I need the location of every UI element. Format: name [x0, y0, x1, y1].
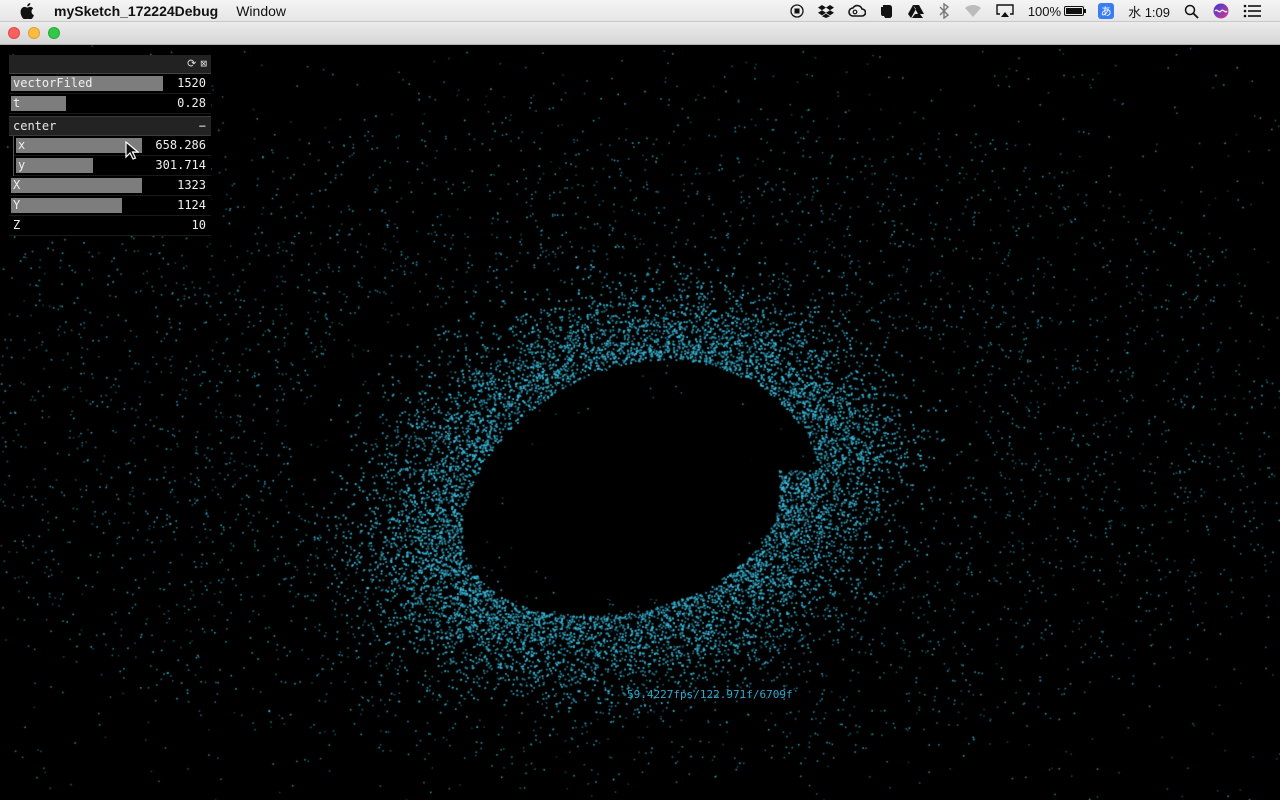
- wifi-icon[interactable]: [957, 0, 989, 22]
- slider-value: 10: [191, 218, 206, 232]
- battery-icon[interactable]: 100%: [1021, 0, 1091, 22]
- slider-fill: [16, 138, 143, 153]
- input-method-icon[interactable]: あ: [1091, 0, 1121, 22]
- app-menu[interactable]: mySketch_172224Debug: [54, 3, 218, 19]
- siri-icon[interactable]: [1206, 0, 1236, 22]
- creative-cloud-icon[interactable]: [841, 0, 873, 22]
- slider-center-x[interactable]: x 658.286: [14, 136, 211, 156]
- slider-label: x: [18, 138, 26, 152]
- drive-icon[interactable]: [901, 0, 931, 22]
- slider-value: 301.714: [155, 158, 206, 172]
- battery-gauge: [1064, 6, 1087, 16]
- slider-fill: [16, 158, 93, 173]
- slider-label: y: [18, 158, 26, 172]
- group-center-header[interactable]: center −: [9, 116, 211, 136]
- slider-value: 1124: [177, 198, 206, 212]
- save-icon[interactable]: ⊠: [200, 57, 207, 70]
- window-menu[interactable]: Window: [236, 3, 286, 19]
- slider-vectorfiled[interactable]: vectorFiled 1520: [9, 74, 211, 94]
- search-icon[interactable]: [1177, 0, 1206, 22]
- battery-percent: 100%: [1027, 3, 1062, 19]
- slider-t[interactable]: t 0.28: [9, 94, 211, 114]
- bluetooth-icon[interactable]: [931, 0, 957, 22]
- slider-center-y[interactable]: y 301.714: [14, 156, 211, 176]
- slider-value: 1323: [177, 178, 206, 192]
- group-center-body: x 658.286 y 301.714: [13, 136, 211, 176]
- slider-Z[interactable]: Z 10: [9, 216, 211, 236]
- slider-label: vectorFiled: [13, 76, 93, 90]
- slider-label: Z: [13, 218, 21, 232]
- evernote-icon[interactable]: [873, 0, 901, 22]
- slider-value: 0.28: [177, 96, 206, 110]
- dropbox-icon[interactable]: [811, 0, 841, 22]
- slider-value: 1520: [177, 76, 206, 90]
- close-button[interactable]: [8, 27, 20, 39]
- minimize-button[interactable]: [28, 27, 40, 39]
- airplay-icon[interactable]: [989, 0, 1021, 22]
- collapse-icon[interactable]: −: [199, 118, 206, 134]
- battery-fill: [1066, 8, 1083, 14]
- clock[interactable]: 水 1:09: [1121, 0, 1177, 22]
- gui-panel: ⟳ ⊠ vectorFiled 1520 t 0.28 center − x 6…: [9, 55, 211, 236]
- input-method-label: あ: [1098, 3, 1115, 19]
- refresh-icon[interactable]: ⟳: [187, 57, 196, 70]
- fps-readout: 59.4227fps/122.971f/6709f: [627, 688, 793, 701]
- record-icon[interactable]: [783, 0, 811, 22]
- gui-header[interactable]: ⟳ ⊠: [9, 55, 211, 74]
- list-icon[interactable]: [1236, 0, 1268, 22]
- slider-Y[interactable]: Y 1124: [9, 196, 211, 216]
- slider-value: 658.286: [155, 138, 206, 152]
- apple-icon[interactable]: [20, 3, 36, 19]
- slider-label: X: [13, 178, 21, 192]
- slider-label: Y: [13, 198, 21, 212]
- slider-fill: [11, 178, 143, 193]
- group-label: center: [13, 119, 57, 133]
- slider-fill: [11, 198, 123, 213]
- slider-label: t: [13, 96, 21, 110]
- menu-bar: mySketch_172224Debug Window 100% あ 水 1:0…: [0, 0, 1280, 22]
- window-title-bar: [0, 22, 1280, 45]
- cursor-icon: [125, 141, 139, 160]
- slider-X[interactable]: X 1323: [9, 176, 211, 196]
- zoom-button[interactable]: [48, 27, 60, 39]
